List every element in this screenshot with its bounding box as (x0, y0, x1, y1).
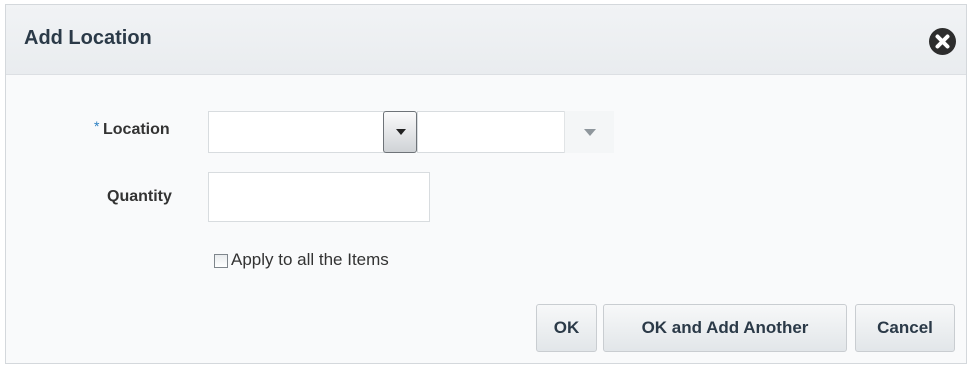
close-button[interactable] (929, 28, 956, 55)
dialog-title: Add Location (24, 27, 152, 49)
ok-add-another-button[interactable]: OK and Add Another (603, 304, 847, 352)
dialog-header: Add Location (6, 5, 966, 75)
required-marker: * (94, 118, 100, 134)
close-icon (935, 34, 950, 49)
location-label: Location (103, 121, 170, 138)
quantity-field[interactable] (208, 172, 430, 222)
apply-all-checkbox[interactable] (214, 254, 228, 268)
ok-button[interactable]: OK (536, 304, 597, 352)
chevron-down-icon[interactable] (564, 111, 614, 153)
apply-all-label[interactable]: Apply to all the Items (231, 250, 389, 270)
location-type-select[interactable] (208, 111, 385, 153)
cancel-button[interactable]: Cancel (855, 304, 955, 352)
location-type-dropdown-button[interactable] (383, 111, 417, 153)
quantity-label: Quantity (107, 188, 172, 205)
add-location-dialog: Add Location * Location Quantity Apply t… (5, 4, 967, 364)
